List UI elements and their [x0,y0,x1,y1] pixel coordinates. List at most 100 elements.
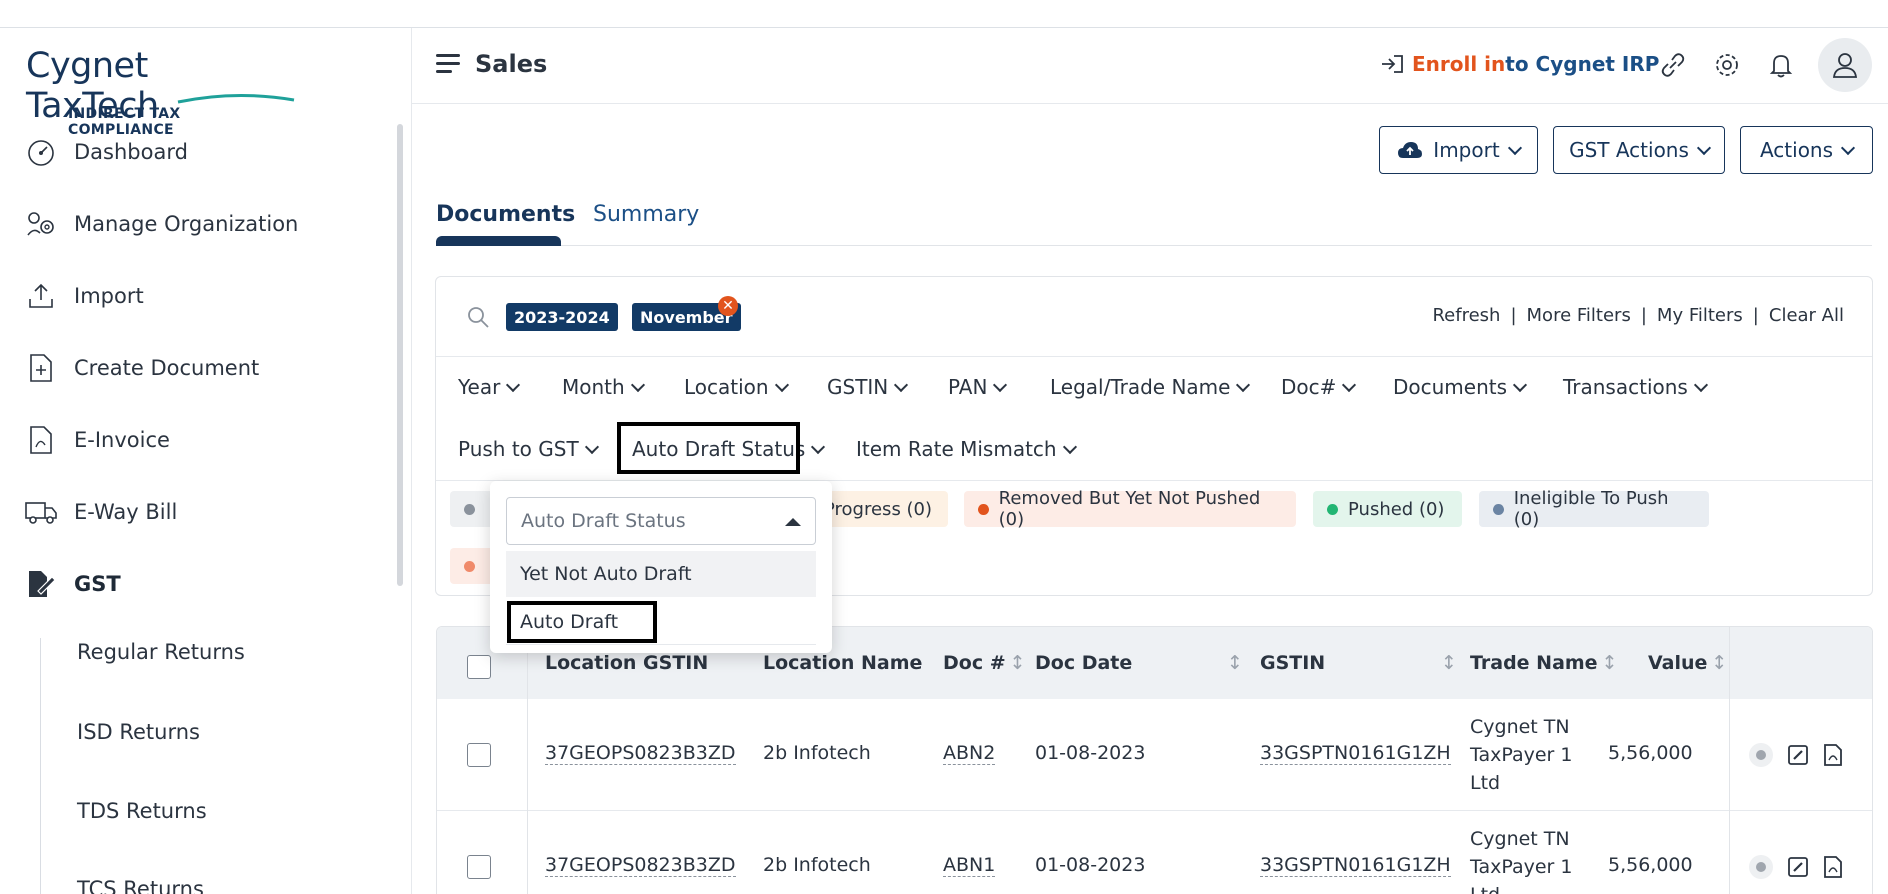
dropdown-item-rate-mismatch[interactable]: Item Rate Mismatch [856,437,1077,461]
sidebar-item-label: Create Document [74,356,260,380]
column-label: Trade Name [1470,652,1598,674]
status-pill-label: Ineligible To Push (0) [1513,488,1669,530]
page-title: Sales [475,50,548,78]
column-location-gstin[interactable]: Location GSTIN [545,652,708,674]
submenu-guide-line [40,638,41,894]
dropdown-transactions[interactable]: Transactions [1563,375,1708,399]
status-dot [464,560,475,572]
dropdown-label: Month [562,375,625,399]
table-row[interactable]: 37GEOPS0823B3ZD 2b Infotech ABN2 01-08-2… [437,699,1872,811]
table-row[interactable]: 37GEOPS0823B3ZD 2b Infotech ABN1 01-08-2… [437,811,1872,894]
doc-number-link[interactable]: ABN1 [943,854,996,877]
option-yet-not-auto-draft[interactable]: Yet Not Auto Draft [506,551,816,597]
sidebar-item-e-invoice[interactable]: E-Invoice [0,410,396,470]
sidebar-subitem-regular-returns[interactable]: Regular Returns [77,640,245,664]
dropdown-gstin[interactable]: GSTIN [827,375,909,399]
user-avatar[interactable] [1818,38,1872,92]
trade-name-line: Ltd [1470,772,1501,794]
more-filters-link[interactable]: More Filters [1527,305,1631,326]
bell-icon[interactable] [1766,50,1796,80]
menu-hamburger-icon[interactable] [436,54,460,74]
tab-documents[interactable]: Documents [436,202,575,227]
status-pill-removed[interactable]: Removed But Yet Not Pushed (0) [964,488,1296,530]
dropdown-label: Year [458,375,501,399]
sidebar-scrollbar[interactable] [397,124,403,586]
cloud-upload-icon [1398,142,1423,158]
sidebar-item-manage-organization[interactable]: Manage Organization [0,194,396,254]
documents-table: Location GSTIN Location Name Doc # ↕ Doc … [436,626,1873,894]
location-gstin-link[interactable]: 37GEOPS0823B3ZD [545,854,736,877]
dropdown-doc-number[interactable]: Doc# [1281,375,1357,399]
remove-chip-close-icon[interactable]: ✕ [718,296,738,316]
column-value[interactable]: Value ↕ [1648,652,1727,674]
select-all-checkbox[interactable] [467,655,491,679]
gear-icon[interactable] [1712,50,1742,80]
sidebar-item-import[interactable]: Import [0,266,396,326]
row-checkbox[interactable] [467,743,491,767]
sort-icon[interactable]: ↕ [1223,652,1243,674]
dropdown-push-to-gst[interactable]: Push to GST [458,437,599,461]
trade-name-line: TaxPayer 1 [1470,744,1573,766]
dropdown-location[interactable]: Location [684,375,789,399]
trade-name-line: Ltd [1470,881,1572,894]
row-actions [1749,743,1843,767]
upload-tray-icon [24,279,58,313]
sort-icon[interactable]: ↕ [1602,652,1618,674]
link-separator: | [1752,305,1759,326]
tab-summary[interactable]: Summary [593,202,699,227]
dropdown-documents[interactable]: Documents [1393,375,1528,399]
gstin-link[interactable]: 33GSPTN0161G1ZH [1260,854,1451,877]
column-doc-date[interactable]: Doc Date [1035,652,1132,674]
dropdown-label: Doc# [1281,375,1337,399]
sidebar-item-e-way-bill[interactable]: E-Way Bill [0,482,396,542]
status-pill-label: Removed But Yet Not Pushed (0) [998,488,1261,530]
import-button[interactable]: Import [1379,126,1538,174]
sidebar-item-create-document[interactable]: Create Document [0,338,396,398]
row-checkbox[interactable] [467,855,491,879]
sidebar-subitem-tcs-returns[interactable]: TCS Returns [77,877,204,894]
column-doc-number[interactable]: Doc # ↕ [943,652,1026,674]
dropdown-month[interactable]: Month [562,375,645,399]
actions-button[interactable]: Actions [1740,126,1873,174]
doc-number-link[interactable]: ABN2 [943,742,996,765]
dropdown-label: Push to GST [458,437,579,461]
my-filters-link[interactable]: My Filters [1657,305,1743,326]
clear-all-link[interactable]: Clear All [1769,305,1844,326]
status-pill-pushed[interactable]: Pushed (0) [1313,491,1462,527]
column-location-name[interactable]: Location Name [763,652,922,674]
document-tabs: Documents Summary [436,196,1872,246]
column-trade-name[interactable]: Trade Name ↕ [1470,652,1618,674]
search-icon[interactable] [466,305,490,329]
auto-draft-status-select[interactable]: Auto Draft Status [506,497,816,545]
filter-chip-year[interactable]: 2023-2024 [506,303,618,331]
column-gstin[interactable]: GSTIN [1260,652,1325,674]
status-pill-ineligible[interactable]: Ineligible To Push (0) [1479,488,1709,530]
edit-icon[interactable] [1787,856,1809,878]
trade-name-line: Cygnet TN [1470,716,1570,738]
link-icon[interactable] [1658,50,1688,80]
dropdown-label: PAN [948,375,988,399]
sidebar-subitem-isd-returns[interactable]: ISD Returns [77,720,200,744]
pdf-icon[interactable] [1823,744,1843,766]
sort-icon[interactable]: ↕ [1437,652,1457,674]
sidebar-item-dashboard[interactable]: Dashboard [0,122,396,182]
gstin-link[interactable]: 33GSPTN0161G1ZH [1260,742,1451,765]
dropdown-year[interactable]: Year [458,375,521,399]
import-button-label: Import [1433,138,1500,162]
pdf-icon[interactable] [1823,856,1843,878]
dropdown-legal-trade-name[interactable]: Legal/Trade Name [1050,375,1251,399]
sort-icon[interactable]: ↕ [1010,652,1026,674]
dropdown-label: GSTIN [827,375,889,399]
sidebar-item-label: Dashboard [74,140,188,164]
edit-icon[interactable] [1787,744,1809,766]
invoice-icon [24,423,58,457]
enroll-irp-link[interactable]: Enroll in to Cygnet IRP [1380,52,1659,76]
sidebar-item-gst[interactable]: GST [0,554,396,614]
sort-icon[interactable]: ↕ [1711,652,1727,674]
dropdown-pan[interactable]: PAN [948,375,1008,399]
refresh-link[interactable]: Refresh [1432,305,1500,326]
gst-actions-button[interactable]: GST Actions [1553,126,1725,174]
brand-logo[interactable]: Cygnet TaxTech INDIRECT TAX COMPLIANCE [26,46,295,138]
sidebar-subitem-tds-returns[interactable]: TDS Returns [77,799,207,823]
location-gstin-link[interactable]: 37GEOPS0823B3ZD [545,742,736,765]
